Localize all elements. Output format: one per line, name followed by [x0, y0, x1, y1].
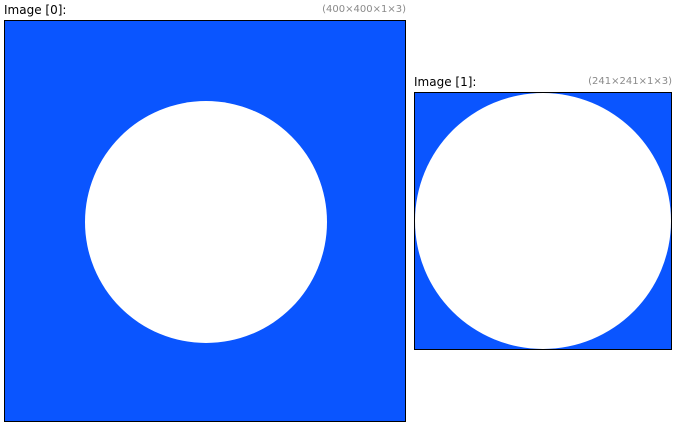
image-panel-1: Image [1]: (241×241×1×3) — [414, 75, 672, 351]
image-dimensions: (241×241×1×3) — [588, 76, 672, 87]
image-title: Image [0]: — [4, 3, 67, 17]
white-circle — [415, 93, 671, 349]
white-circle — [85, 101, 327, 343]
image-title: Image [1]: — [414, 75, 477, 89]
image-canvas[interactable] — [414, 92, 672, 350]
image-canvas[interactable] — [4, 20, 406, 422]
image-panel-0: Image [0]: (400×400×1×3) — [4, 3, 406, 423]
image-dimensions: (400×400×1×3) — [322, 4, 406, 15]
